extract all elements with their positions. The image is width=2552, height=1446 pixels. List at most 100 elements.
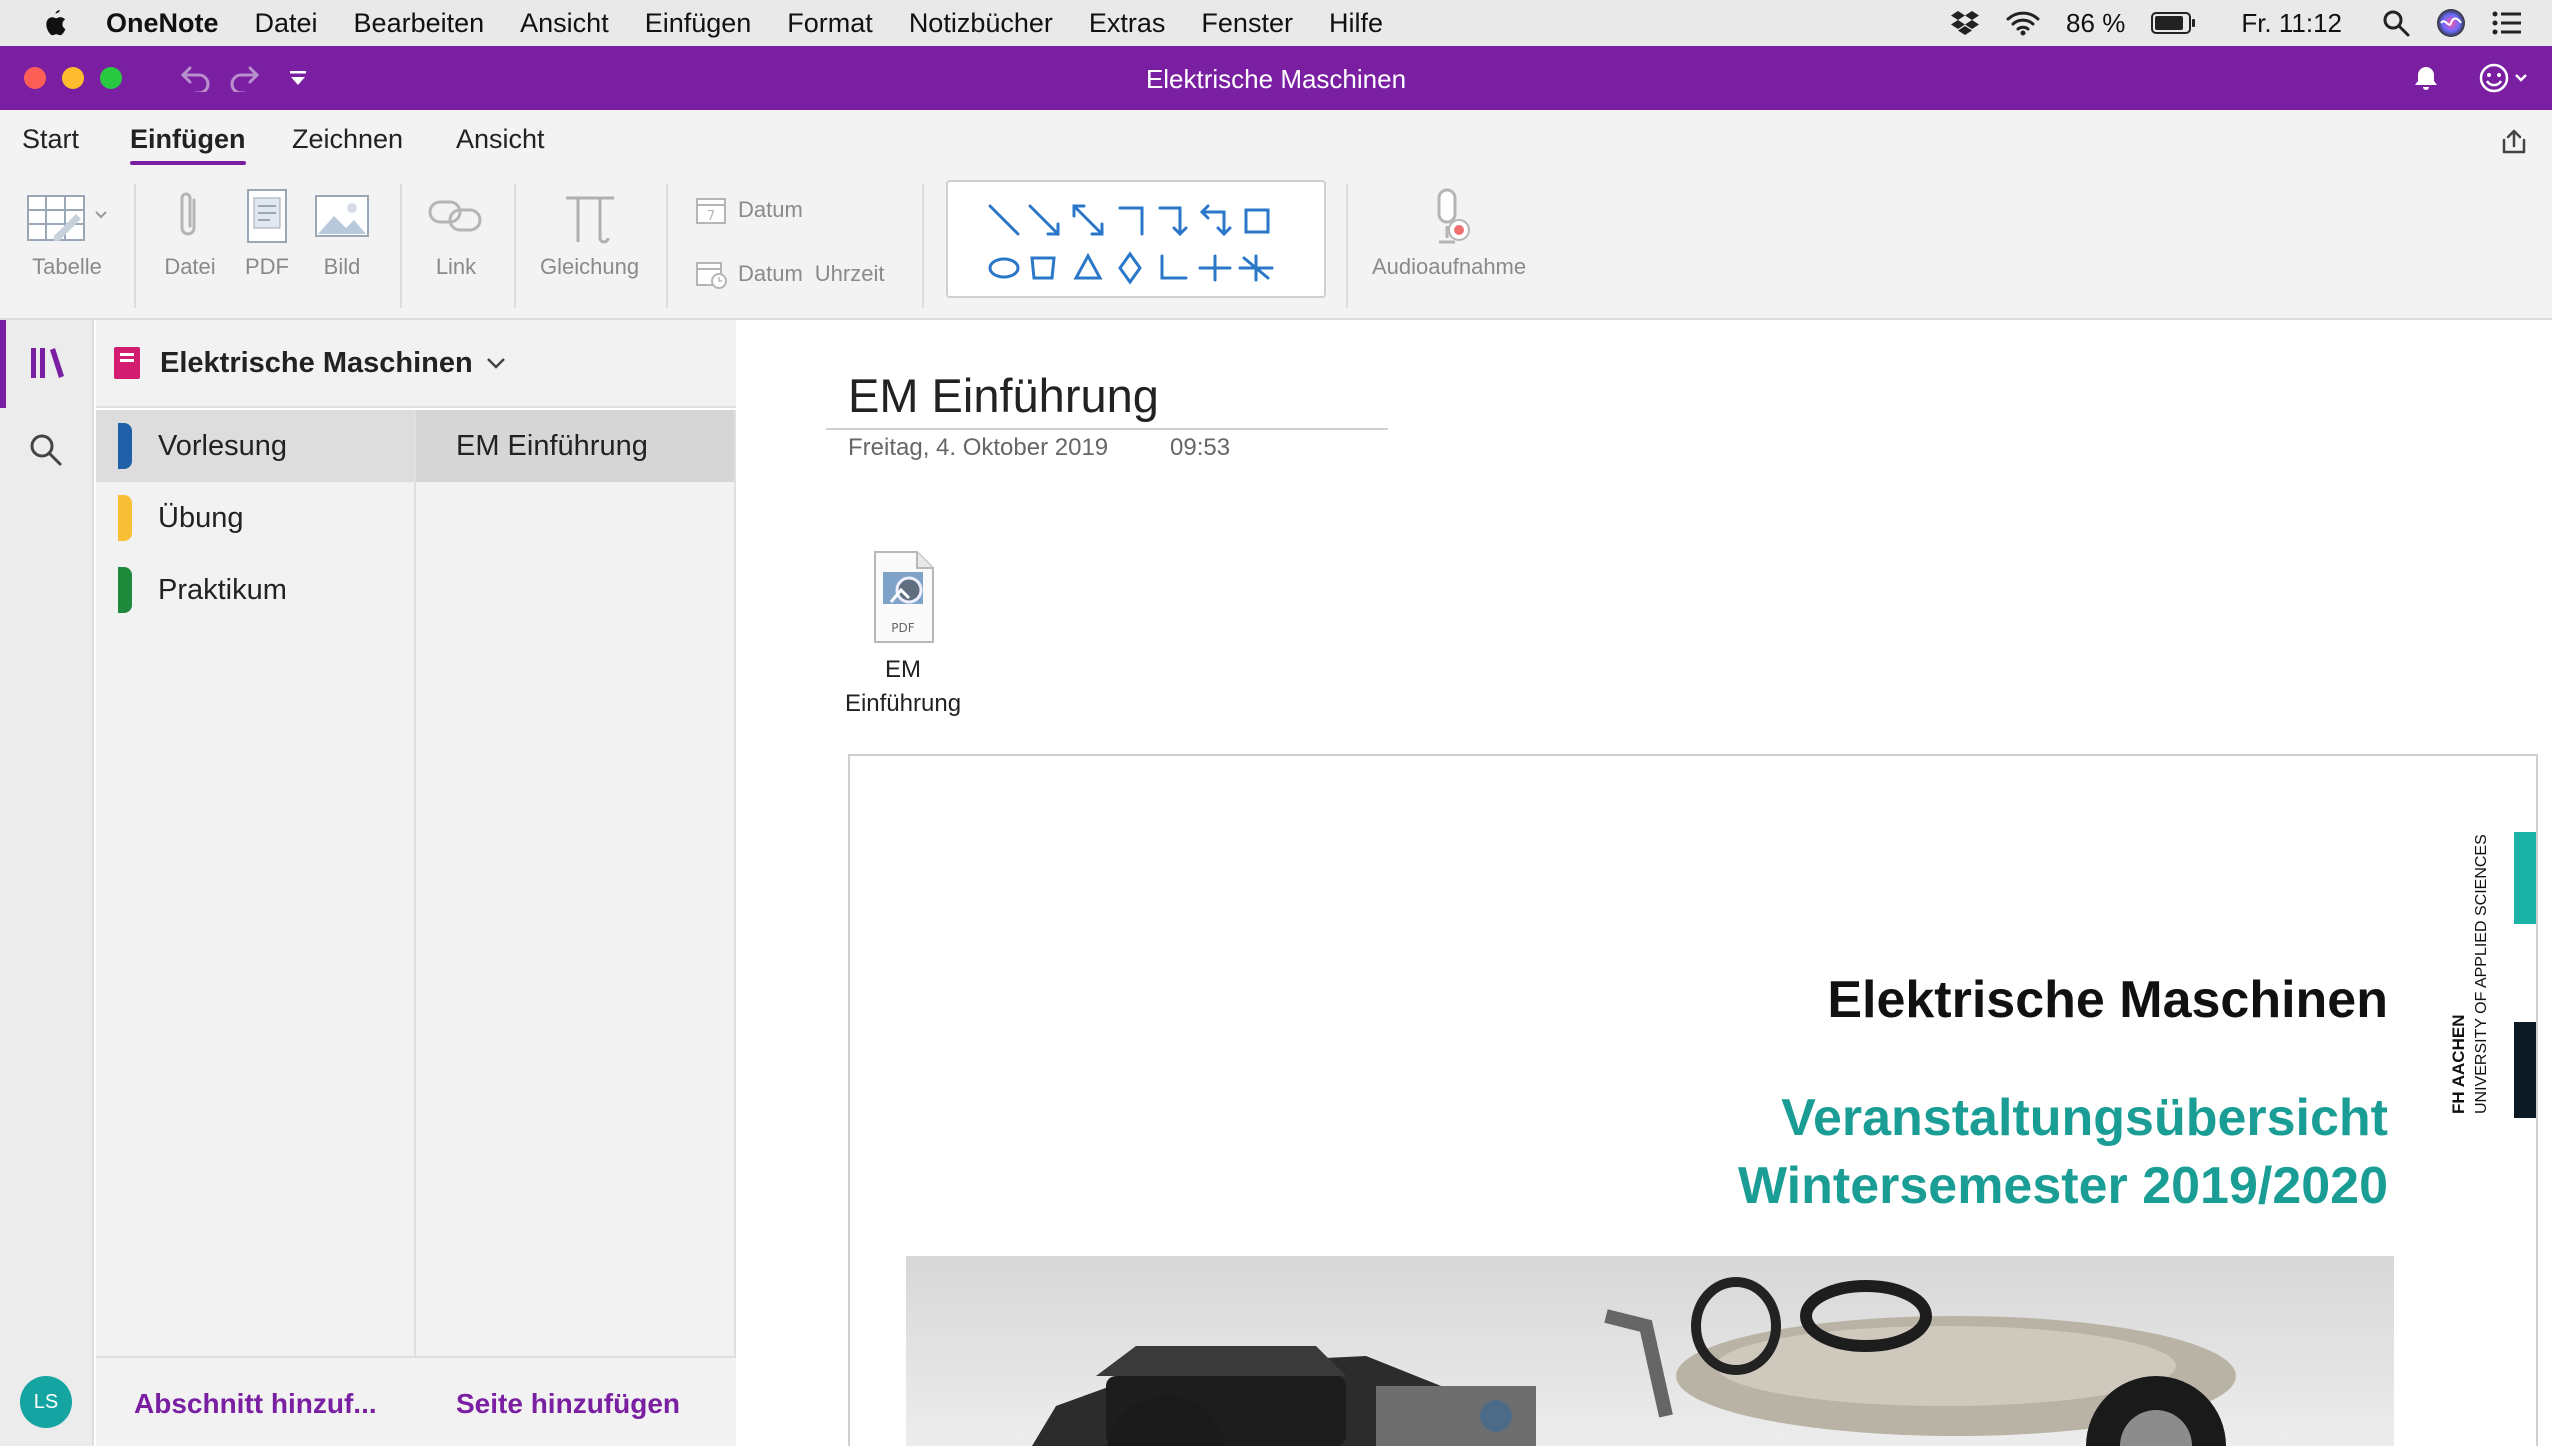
pdf-attachment[interactable]: PDF EM Einführung <box>838 548 968 721</box>
tab-ansicht[interactable]: Ansicht <box>456 124 545 155</box>
minimize-window-button[interactable] <box>62 67 84 89</box>
page-canvas[interactable]: EM Einführung Freitag, 4. Oktober 2019 0… <box>738 320 2552 1446</box>
pi-equation-icon <box>565 196 614 244</box>
menu-hilfe[interactable]: Hilfe <box>1329 8 1383 39</box>
axis-shape-icon <box>1160 254 1188 280</box>
user-avatar[interactable]: LS <box>20 1376 72 1428</box>
insert-date-button[interactable]: 7 Datum <box>694 194 803 226</box>
page-label: EM Einführung <box>456 429 648 462</box>
section-item-praktikum[interactable]: Praktikum <box>96 554 414 626</box>
microphone-record-icon <box>1437 188 1471 244</box>
add-page-button[interactable]: Seite hinzufügen <box>456 1388 680 1420</box>
pdf-document-icon <box>247 189 287 243</box>
image-icon <box>315 195 369 237</box>
insert-image-button[interactable]: Bild <box>312 186 372 280</box>
fh-aachen-logo: FH AACHEN UNIVERSITY OF APPLIED SCIENCES <box>2449 832 2536 1118</box>
notification-center-icon[interactable] <box>2492 11 2522 35</box>
car-chassis-illustration <box>1032 1277 2236 1446</box>
notebook-name: Elektrische Maschinen <box>160 346 473 379</box>
section-color-tab <box>118 495 132 541</box>
attachment-label-line1: EM <box>885 656 921 683</box>
battery-icon[interactable] <box>2151 11 2197 35</box>
share-icon[interactable] <box>2500 128 2528 156</box>
notebooks-library-icon[interactable] <box>28 344 66 382</box>
ribbon-separator <box>134 184 136 308</box>
insert-date-time-date-label: Datum <box>738 261 803 286</box>
page-time: 09:53 <box>1170 434 1231 461</box>
menu-fenster[interactable]: Fenster <box>1201 8 1293 39</box>
logo-line2: UNIVERSITY OF APPLIED SCIENCES <box>2473 834 2490 1114</box>
elbow-arrow-shape-icon <box>1158 206 1188 237</box>
ribbon-separator <box>1346 184 1348 308</box>
section-item-vorlesung[interactable]: Vorlesung <box>96 410 414 482</box>
insert-link-button[interactable]: Link <box>426 186 486 280</box>
active-nav-indicator <box>0 320 6 408</box>
menu-onenote[interactable]: OneNote <box>106 8 219 39</box>
tab-start[interactable]: Start <box>22 124 79 155</box>
menu-notizbuecher[interactable]: Notizbücher <box>909 8 1053 39</box>
insert-date-time-time-label: Uhrzeit <box>814 261 885 286</box>
audio-recording-label: Audioaufnahme <box>1372 254 1527 279</box>
undo-icon[interactable] <box>180 62 212 92</box>
ribbon-separator <box>400 184 402 308</box>
menu-ansicht[interactable]: Ansicht <box>520 8 609 39</box>
cross-axis-shape-icon <box>1198 254 1232 282</box>
active-tab-underline <box>130 161 246 165</box>
menubar-status-area: 86 % Fr. 11:12 <box>1950 0 2522 46</box>
insert-pdf-label: PDF <box>245 254 289 279</box>
rectangle-shape-icon <box>1244 208 1270 234</box>
page-item-em-einfuehrung[interactable]: EM Einführung <box>416 410 734 482</box>
menu-bearbeiten[interactable]: Bearbeiten <box>354 8 485 39</box>
menu-extras[interactable]: Extras <box>1089 8 1166 39</box>
notebook-header[interactable]: Elektrische Maschinen <box>96 320 736 408</box>
paperclip-icon <box>180 192 196 236</box>
shapes-gallery[interactable] <box>946 180 1326 298</box>
insert-file-label: Datei <box>164 254 216 279</box>
menu-format[interactable]: Format <box>787 8 873 39</box>
tab-zeichnen[interactable]: Zeichnen <box>292 124 403 155</box>
logo-line1: FH AACHEN <box>2449 1015 2468 1114</box>
elbow-double-arrow-shape-icon <box>1199 204 1232 237</box>
tab-ansicht-label: Ansicht <box>456 124 545 154</box>
pdf-page-preview[interactable]: Elektrische Maschinen Veranstaltungsüber… <box>848 754 2538 1446</box>
attachment-label-line2: Einführung <box>844 690 962 717</box>
table-button-label: Tabelle <box>32 254 102 279</box>
triangle-shape-icon <box>1073 252 1103 280</box>
menu-einfuegen[interactable]: Einfügen <box>645 8 752 39</box>
tab-einfuegen[interactable]: Einfügen <box>130 124 246 165</box>
page-title[interactable]: EM Einführung <box>848 368 1159 423</box>
feedback-smiley-icon[interactable] <box>2478 62 2532 94</box>
pdf-file-icon: PDF <box>874 551 934 643</box>
insert-file-button[interactable]: Datei <box>162 186 218 280</box>
add-section-button[interactable]: Abschnitt hinzuf... <box>134 1388 377 1420</box>
section-item-uebung[interactable]: Übung <box>96 482 414 554</box>
dropbox-icon[interactable] <box>1950 10 1980 36</box>
siri-icon[interactable] <box>2436 8 2466 38</box>
pdf-icon-caption: PDF <box>891 621 914 635</box>
close-window-button[interactable] <box>24 67 46 89</box>
notebook-icon <box>114 347 140 379</box>
menubar-clock[interactable]: Fr. 11:12 <box>2241 8 2342 39</box>
redo-icon[interactable] <box>228 62 260 92</box>
insert-pdf-button[interactable]: PDF <box>242 186 292 280</box>
zoom-window-button[interactable] <box>100 67 122 89</box>
search-icon[interactable] <box>28 432 64 468</box>
insert-equation-button[interactable]: Gleichung <box>540 186 639 280</box>
table-button[interactable]: Tabelle <box>24 186 110 280</box>
insert-link-label: Link <box>435 254 477 279</box>
notifications-bell-icon[interactable] <box>2412 64 2440 92</box>
insert-date-time-button[interactable]: Datum Uhrzeit <box>694 258 884 290</box>
macos-menubar: OneNote Datei Bearbeiten Ansicht Einfüge… <box>0 0 2552 46</box>
wifi-icon[interactable] <box>2006 10 2040 36</box>
apple-logo-icon[interactable] <box>40 8 68 38</box>
audio-recording-button[interactable]: Audioaufnahme <box>1372 186 1526 280</box>
arrow-shape-icon <box>1028 204 1060 236</box>
customize-toolbar-icon[interactable] <box>288 70 308 86</box>
car-chassis-photo <box>906 1256 2394 1446</box>
pdf-title: Elektrische Maschinen <box>1827 971 2388 1029</box>
spotlight-search-icon[interactable] <box>2382 9 2410 37</box>
menu-datei[interactable]: Datei <box>255 8 318 39</box>
ribbon-tab-bar: Start Einfügen Zeichnen Ansicht <box>0 110 2552 174</box>
elbow-connector-shape-icon <box>1118 206 1144 236</box>
chevron-down-icon[interactable] <box>485 355 507 371</box>
